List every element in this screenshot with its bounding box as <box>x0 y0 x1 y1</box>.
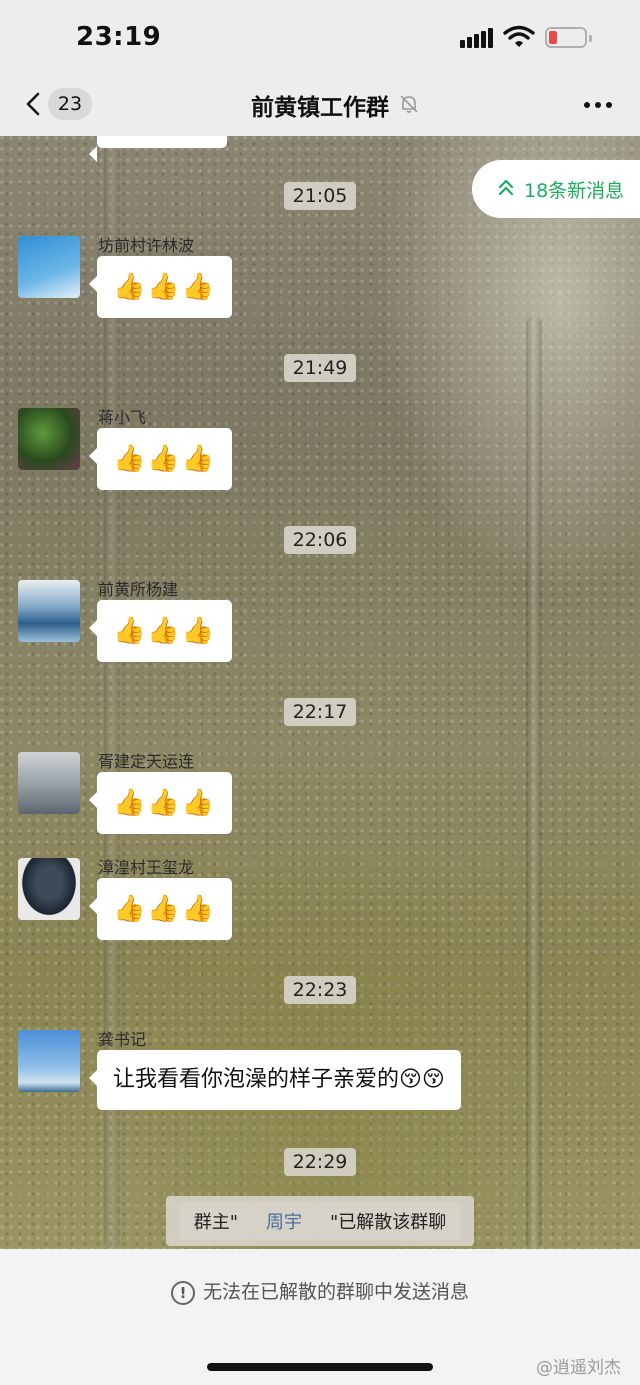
status-time: 23:19 <box>76 22 162 52</box>
disbanded-footer-notice: ! 无法在已解散的群聊中发送消息 <box>0 1277 640 1305</box>
chat-area[interactable]: 18条新消息 21:05 坊前村许林波 👍👍👍 21:49 蒋小飞 👍👍👍 22… <box>0 136 640 1249</box>
water-streak <box>526 316 542 1249</box>
cellular-signal-icon <box>460 28 494 48</box>
timestamp: 22:29 <box>0 1148 640 1176</box>
timestamp: 22:23 <box>0 976 640 1004</box>
thumbs-up-emoji: 👍👍👍 <box>113 616 217 646</box>
sender-name: 前黄所杨建 <box>98 580 179 599</box>
nav-bar: 23 前黄镇工作群 <box>0 74 640 136</box>
more-options-button[interactable] <box>578 90 618 118</box>
avatar[interactable] <box>18 1030 80 1092</box>
chat-title: 前黄镇工作群 <box>251 95 389 121</box>
avatar[interactable] <box>18 408 80 470</box>
avatar[interactable] <box>18 752 80 814</box>
info-icon: ! <box>170 1280 195 1305</box>
group-owner-link[interactable]: 周宇 <box>252 1202 316 1240</box>
avatar[interactable] <box>18 858 80 920</box>
wifi-icon <box>503 25 535 47</box>
home-indicator[interactable] <box>207 1363 433 1371</box>
message-bubble[interactable]: 👍👍👍 <box>88 428 233 490</box>
thumbs-up-emoji: 👍👍👍 <box>113 272 217 302</box>
timestamp: 22:06 <box>0 526 640 554</box>
mute-bell-icon <box>400 95 418 113</box>
timestamp: 21:49 <box>0 354 640 382</box>
battery-icon <box>545 27 592 48</box>
message-text: 让我看看你泡澡的样子亲爱的😚😚 <box>113 1067 445 1092</box>
status-bar: 23:19 <box>0 0 640 74</box>
thumbs-up-emoji: 👍👍👍 <box>113 894 217 924</box>
message-bubble[interactable]: 👍👍👍 <box>88 600 233 662</box>
sender-name: 坊前村许林波 <box>98 236 195 255</box>
thumbs-up-emoji: 👍👍👍 <box>113 444 217 474</box>
group-disbanded-notice: 群主" 周宇 "已解散该群聊 <box>0 1196 640 1246</box>
message-bubble[interactable]: 让我看看你泡澡的样子亲爱的😚😚 <box>89 1050 461 1110</box>
timestamp: 21:05 <box>0 182 640 210</box>
avatar[interactable] <box>18 236 80 298</box>
message-bubble-partial <box>89 136 227 162</box>
message-bubble[interactable]: 👍👍👍 <box>88 878 233 940</box>
sender-name: 胥建定天运连 <box>98 752 195 771</box>
avatar[interactable] <box>18 580 80 642</box>
timestamp: 22:17 <box>0 698 640 726</box>
message-bubble[interactable]: 👍👍👍 <box>88 772 233 834</box>
footer: ! 无法在已解散的群聊中发送消息 @逍遥刘杰 <box>0 1249 640 1385</box>
message-bubble[interactable]: 👍👍👍 <box>88 256 233 318</box>
sender-name: 蒋小飞 <box>98 408 147 427</box>
sender-name: 漳湟村王玺龙 <box>98 858 195 877</box>
watermark: @逍遥刘杰 <box>536 1358 621 1378</box>
sender-name: 龚书记 <box>98 1030 147 1049</box>
thumbs-up-emoji: 👍👍👍 <box>113 788 217 818</box>
